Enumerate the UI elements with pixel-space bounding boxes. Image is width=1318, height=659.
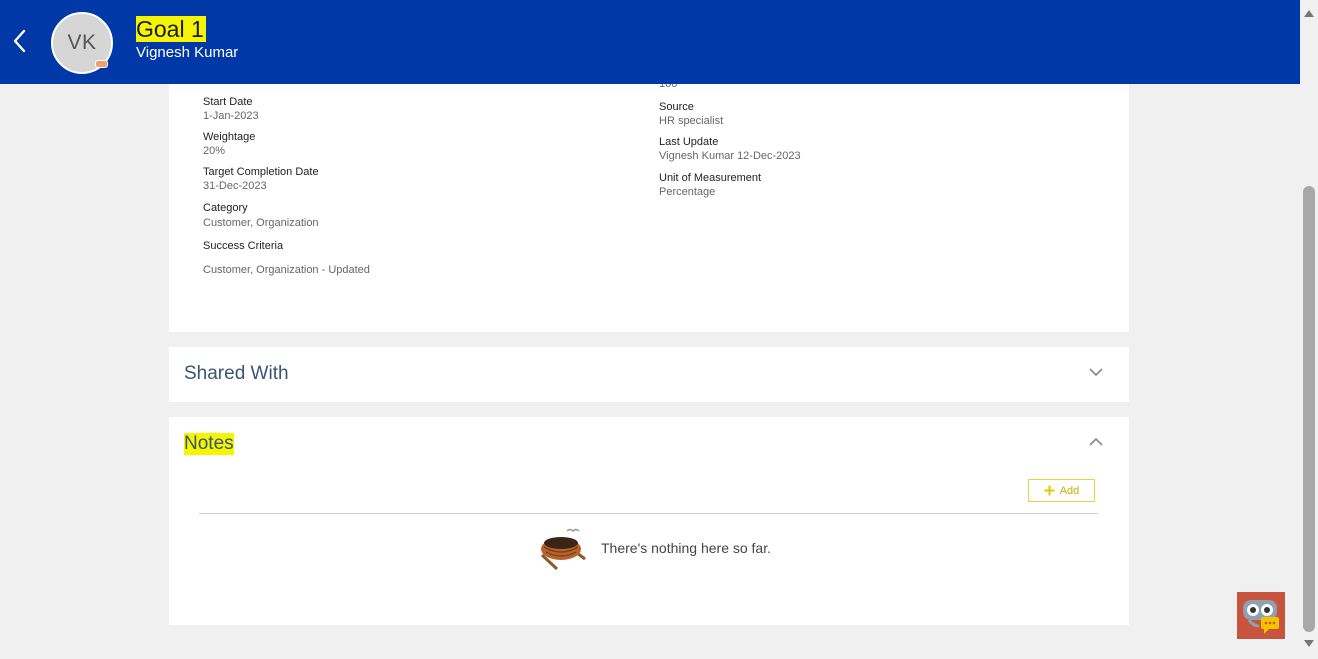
field-target-completion-date: Target Completion Date 31-Dec-2023 <box>203 165 319 193</box>
plus-icon <box>1044 485 1055 496</box>
page-scrollbar[interactable] <box>1300 0 1318 659</box>
field-unit-of-measurement: Unit of Measurement Percentage <box>659 171 761 199</box>
page-header: VK Goal 1 Vignesh Kumar <box>0 0 1300 84</box>
add-note-button[interactable]: Add <box>1028 479 1095 502</box>
field-label: Success Criteria <box>203 240 284 252</box>
field-value: Percentage <box>659 186 716 198</box>
field-value: Vignesh Kumar 12-Dec-2023 <box>659 150 801 162</box>
field-label: Target Completion Date <box>203 166 319 178</box>
back-button[interactable] <box>6 26 32 56</box>
field-category: Category Customer, Organization <box>203 201 319 230</box>
add-note-label: Add <box>1059 484 1080 497</box>
scroll-up-icon[interactable] <box>1304 10 1314 17</box>
notes-section: Notes Add There's nothing here so far. <box>169 417 1129 625</box>
divider <box>199 513 1098 514</box>
field-weightage: Weightage 20% <box>203 130 255 158</box>
avatar-initials: VK <box>67 31 97 54</box>
empty-nest-icon <box>540 528 586 571</box>
field-label: Last Update <box>659 136 719 148</box>
field-value: HR specialist <box>659 115 724 127</box>
empty-state-text: There's nothing here so far. <box>601 540 771 556</box>
goal-owner-name: Vignesh Kumar <box>136 44 239 61</box>
field-label: Source <box>659 101 694 113</box>
shared-with-section[interactable]: Shared With <box>169 347 1129 402</box>
field-value: Customer, Organization - Updated <box>203 264 370 276</box>
field-value: Customer, Organization <box>203 217 319 229</box>
field-value: 31-Dec-2023 <box>203 180 267 192</box>
field-start-date: Start Date 1-Jan-2023 <box>203 95 259 123</box>
page-title: Goal 1 <box>136 16 206 42</box>
section-title-notes: Notes <box>184 433 234 455</box>
field-value: 20% <box>203 145 226 157</box>
field-value: 1-Jan-2023 <box>203 110 259 122</box>
field-last-update: Last Update Vignesh Kumar 12-Dec-2023 <box>659 135 801 163</box>
chevron-left-icon <box>13 29 26 53</box>
robot-chat-icon <box>1243 600 1279 634</box>
field-success-criteria: Success Criteria Customer, Organization … <box>203 239 370 277</box>
field-source: Source HR specialist <box>659 100 723 128</box>
field-label: Category <box>203 202 248 214</box>
section-title-shared-with: Shared With <box>184 363 289 384</box>
chatbot-button[interactable] <box>1237 592 1285 639</box>
field-label: Unit of Measurement <box>659 172 762 184</box>
scrollbar-thumb[interactable] <box>1303 186 1315 632</box>
chevron-down-icon[interactable] <box>1089 368 1103 377</box>
scroll-down-icon[interactable] <box>1304 640 1314 647</box>
avatar-status-badge <box>95 60 108 68</box>
empty-state: There's nothing here so far. <box>537 524 771 572</box>
avatar[interactable]: VK <box>51 12 113 74</box>
chevron-up-icon[interactable] <box>1089 437 1103 446</box>
field-label: Weightage <box>203 131 256 143</box>
goal-details-card: 100 Start Date 1-Jan-2023 Weightage 20% … <box>169 84 1129 332</box>
partial-field-value: 100 <box>659 84 678 90</box>
field-label: Start Date <box>203 96 253 108</box>
